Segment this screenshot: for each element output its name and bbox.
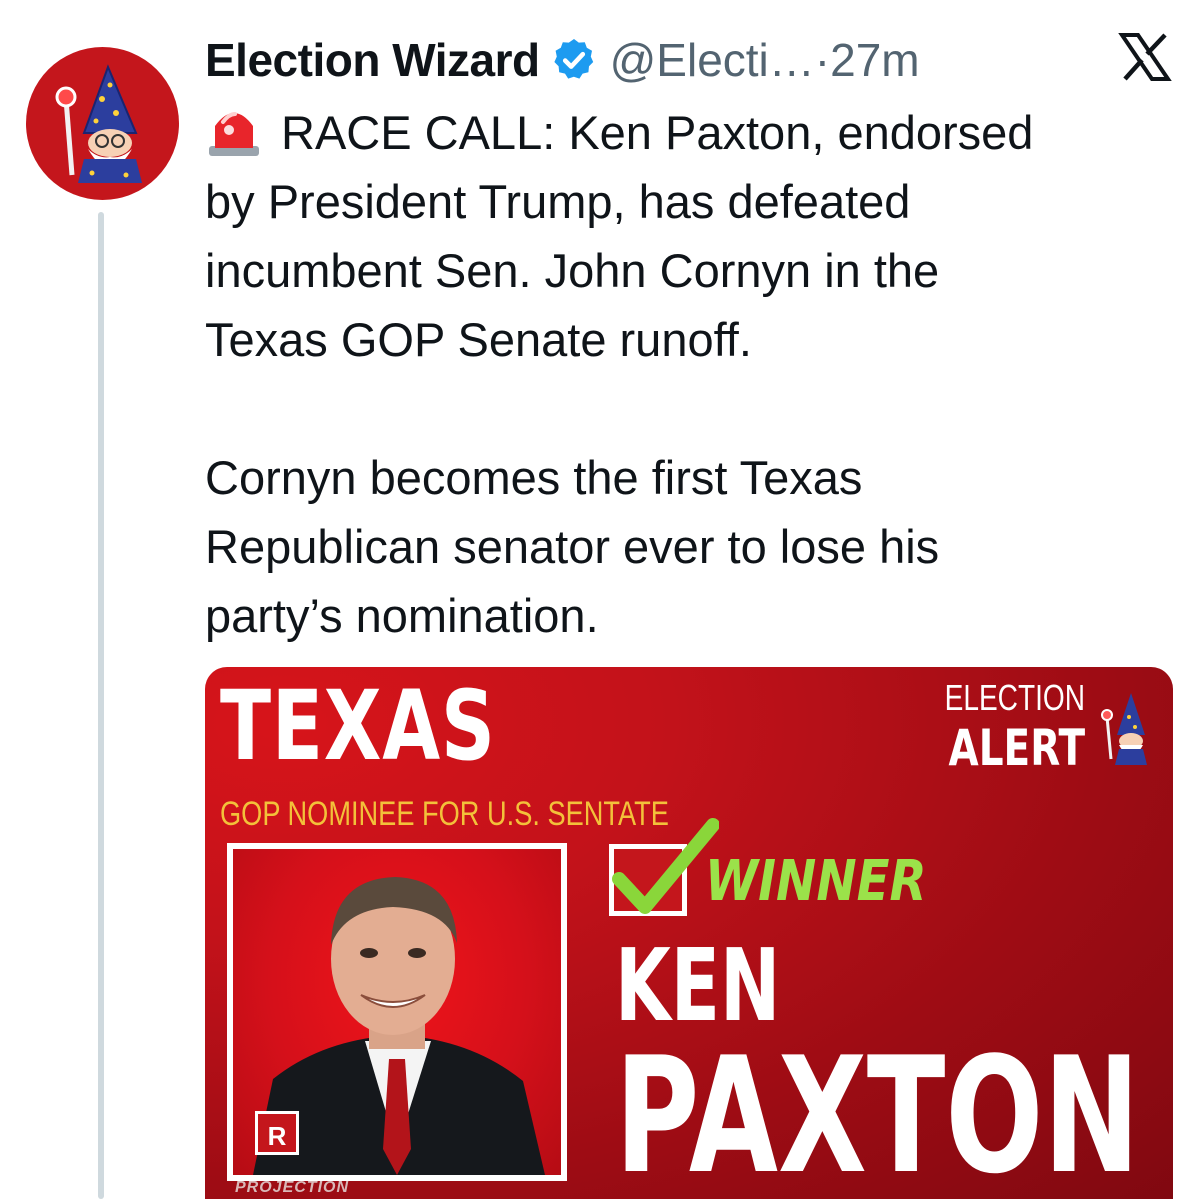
candidate-photo: R [227,843,567,1181]
tweet-line: Cornyn becomes the first Texas [205,451,863,504]
siren-icon [209,112,259,156]
tweet-line: by President Trump, has defeated [205,175,911,228]
media-alert-bottom: ALERT [948,719,1085,777]
tweet-media-image[interactable]: TEXAS GOP NOMINEE FOR U.S. SENTATE ELECT… [205,667,1173,1199]
tweet-text: RACE CALL: Ken Paxton, endorsed by Presi… [205,98,1175,650]
tweet-paragraph-1: RACE CALL: Ken Paxton, endorsed by Presi… [205,98,1175,374]
candidate-last-name: PAXTON [615,1022,1140,1199]
media-alert-top: ELECTION [944,677,1085,718]
wizard-avatar-icon [55,64,142,183]
winner-label: WINNER [705,849,927,914]
verified-badge-icon [553,39,593,79]
avatar[interactable] [26,47,179,200]
tweet-line: Texas GOP Senate runoff. [205,313,752,366]
wizard-mascot-icon [1101,693,1147,765]
media-state-title: TEXAS [220,670,496,782]
author-handle[interactable]: @Electi… [610,33,815,87]
tweet-line: RACE CALL: Ken Paxton, endorsed [281,106,1034,159]
party-badge: R [255,1111,299,1155]
x-logo-icon[interactable] [1118,32,1172,82]
media-subtitle: GOP NOMINEE FOR U.S. SENTATE [220,795,669,833]
author-display-name[interactable]: Election Wizard [205,33,540,87]
projection-label: PROJECTION [235,1179,350,1196]
tweet-header: Election Wizard @Electi… · 27m [205,26,920,94]
checkmark-icon [612,818,719,914]
timestamp-separator: · [814,34,831,86]
tweet-timestamp[interactable]: 27m [830,33,919,87]
tweet-paragraph-2: Cornyn becomes the first Texas Republica… [205,443,1175,650]
tweet-screen: Election Wizard @Electi… · 27m RACE CALL… [0,0,1200,1199]
thread-connector [98,212,104,1199]
tweet-line: Republican senator ever to lose his [205,520,940,573]
tweet-line: incumbent Sen. John Cornyn in the [205,244,940,297]
tweet-line: party’s nomination. [205,589,599,642]
